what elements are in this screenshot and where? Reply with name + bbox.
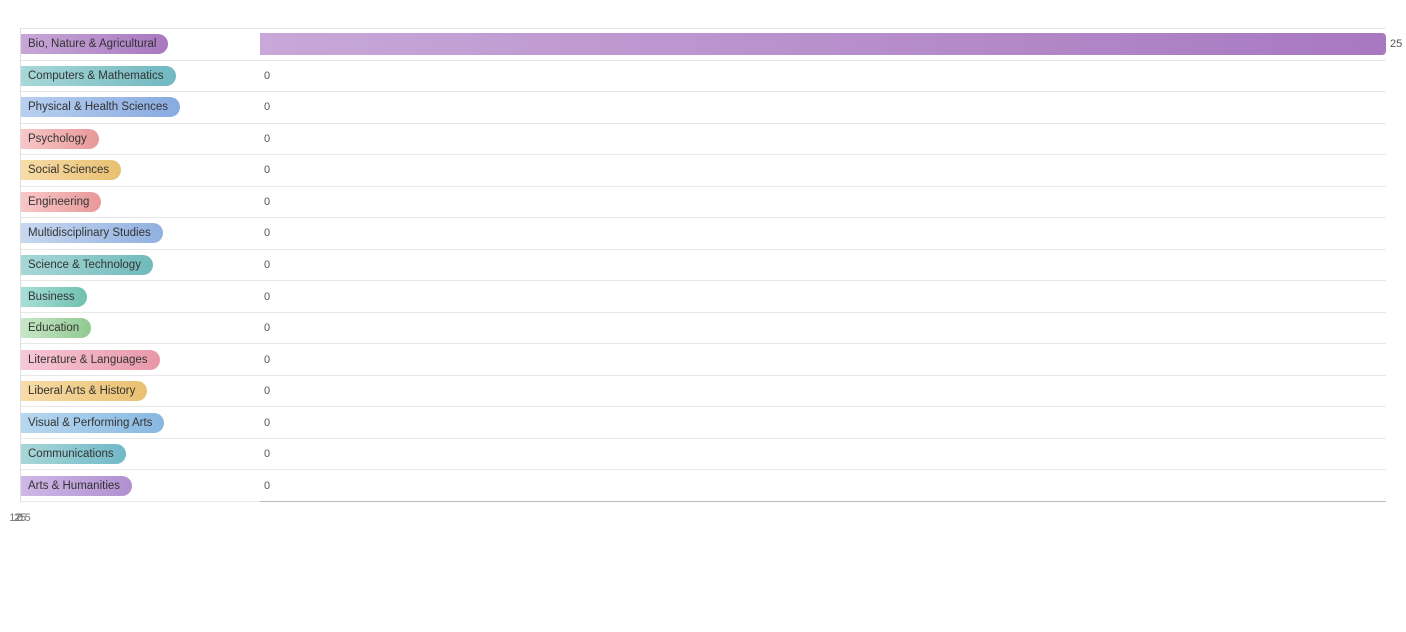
- bar-row: Business 0: [20, 281, 1386, 313]
- bar-track: 0: [260, 218, 1386, 249]
- bar-row: Physical & Health Sciences 0: [20, 92, 1386, 124]
- bar-row: Social Sciences 0: [20, 155, 1386, 187]
- bar-track: 0: [260, 187, 1386, 218]
- bar-row: Arts & Humanities 0: [20, 470, 1386, 502]
- bar-label: Engineering: [20, 187, 260, 218]
- bar-value: 0: [264, 385, 270, 397]
- bar-value: 0: [264, 354, 270, 366]
- bar-row: Literature & Languages 0: [20, 344, 1386, 376]
- bar-value: 0: [264, 291, 270, 303]
- bar-row: Education 0: [20, 313, 1386, 345]
- bar-row: Communications 0: [20, 439, 1386, 471]
- bar-label: Communications: [20, 439, 260, 470]
- bar-value: 0: [264, 480, 270, 492]
- bar-value: 0: [264, 259, 270, 271]
- bar-row: Psychology 0: [20, 124, 1386, 156]
- bar-track: 0: [260, 155, 1386, 186]
- bar-value: 0: [264, 101, 270, 113]
- bar-label: Multidisciplinary Studies: [20, 218, 260, 249]
- bar-row: Engineering 0: [20, 187, 1386, 219]
- bar-track: 0: [260, 92, 1386, 123]
- bar-track: 0: [260, 281, 1386, 312]
- bar-track: 0: [260, 313, 1386, 344]
- bar-value: 0: [264, 417, 270, 429]
- bar-track: 0: [260, 376, 1386, 407]
- bar-label: Arts & Humanities: [20, 470, 260, 501]
- bar-value: 0: [264, 227, 270, 239]
- bar-label: Science & Technology: [20, 250, 260, 281]
- bar-row: Multidisciplinary Studies 0: [20, 218, 1386, 250]
- bar-label: Bio, Nature & Agricultural: [20, 29, 260, 60]
- bar-value: 0: [264, 133, 270, 145]
- chart-container: Bio, Nature & Agricultural25Computers & …: [0, 0, 1406, 632]
- bar-value: 0: [264, 448, 270, 460]
- bar-label: Literature & Languages: [20, 344, 260, 375]
- bar-fill: [260, 33, 1386, 55]
- bar-track: 0: [260, 470, 1386, 501]
- bar-value: 0: [264, 196, 270, 208]
- chart-area: Bio, Nature & Agricultural25Computers & …: [20, 28, 1386, 532]
- bar-row: Bio, Nature & Agricultural25: [20, 28, 1386, 61]
- grid-line: [20, 28, 21, 502]
- bar-track: 0: [260, 439, 1386, 470]
- bar-value: 25: [1390, 38, 1402, 50]
- bar-track: 0: [260, 407, 1386, 438]
- bar-track: 0: [260, 61, 1386, 92]
- x-axis-line: [260, 501, 1386, 502]
- bar-row: Science & Technology 0: [20, 250, 1386, 282]
- bar-label: Computers & Mathematics: [20, 61, 260, 92]
- bars-section: Bio, Nature & Agricultural25Computers & …: [20, 28, 1386, 502]
- bar-track: 25: [260, 29, 1386, 60]
- bar-value: 0: [264, 164, 270, 176]
- bar-value: 0: [264, 322, 270, 334]
- bar-track: 0: [260, 250, 1386, 281]
- grid-label: 25: [14, 512, 26, 524]
- bar-label: Physical & Health Sciences: [20, 92, 260, 123]
- bar-track: 0: [260, 344, 1386, 375]
- bar-value: 0: [264, 70, 270, 82]
- bar-row: Computers & Mathematics 0: [20, 61, 1386, 93]
- bar-label: Education: [20, 313, 260, 344]
- bar-label: Visual & Performing Arts: [20, 407, 260, 438]
- bar-label: Social Sciences: [20, 155, 260, 186]
- bar-label: Liberal Arts & History: [20, 376, 260, 407]
- bar-track: 0: [260, 124, 1386, 155]
- bar-label: Psychology: [20, 124, 260, 155]
- bar-row: Liberal Arts & History 0: [20, 376, 1386, 408]
- bar-row: Visual & Performing Arts 0: [20, 407, 1386, 439]
- bar-label: Business: [20, 281, 260, 312]
